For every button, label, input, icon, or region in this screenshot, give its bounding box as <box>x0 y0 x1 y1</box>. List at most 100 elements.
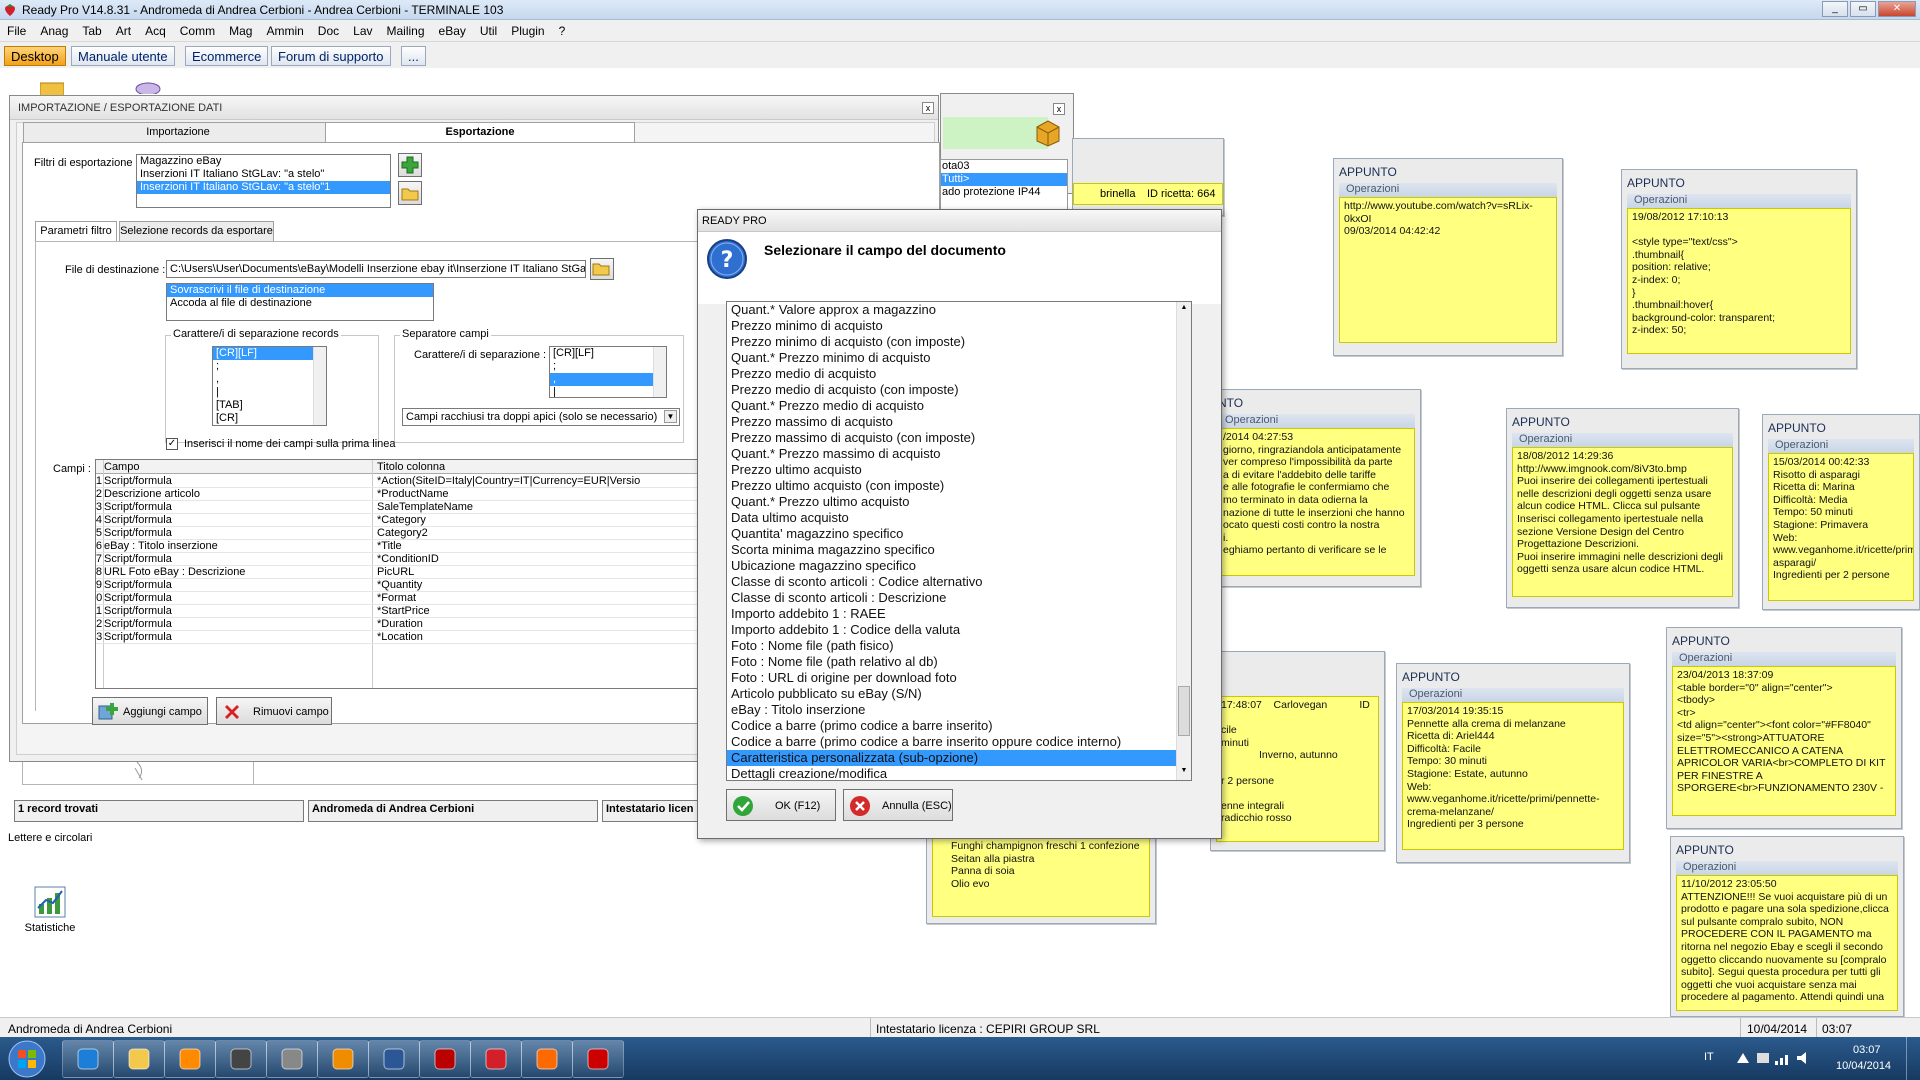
menu-help[interactable]: ? <box>552 20 573 38</box>
campo-cell[interactable]: URL Foto eBay : Descrizione <box>104 566 372 579</box>
3cx-taskbar-button[interactable] <box>215 1040 267 1078</box>
clock-date[interactable]: 10/04/2014 <box>1836 1060 1891 1072</box>
document-field-item[interactable]: Quant.* Valore approx a magazzino <box>727 302 1179 318</box>
menu-doc[interactable]: Doc <box>311 20 346 38</box>
table-row[interactable]: 2 Descrizione articolo *ProductName <box>96 488 704 501</box>
menu-art[interactable]: Art <box>109 20 138 38</box>
rec-sep-item[interactable]: , <box>213 373 326 386</box>
note-5-operations[interactable]: Operazioni <box>1768 439 1914 453</box>
note-2-body[interactable]: 19/08/2012 17:10:13 <style type="text/cs… <box>1627 208 1851 354</box>
table-row[interactable]: 6 eBay : Titolo inserzione *Title <box>96 540 704 553</box>
table-row[interactable]: 11Script/formula *StartPrice <box>96 605 704 618</box>
document-field-item[interactable]: Prezzo medio di acquisto (con imposte) <box>727 382 1179 398</box>
table-row[interactable]: 7 Script/formula *ConditionID <box>96 553 704 566</box>
menu-tab[interactable]: Tab <box>75 20 108 38</box>
field-sep-item[interactable]: [CR][LF] <box>550 347 666 360</box>
recipe-list-item[interactable]: ado protezione IP44 <box>941 186 1067 199</box>
note-9[interactable]: 17:48:07 Carlovegan ID cile minuti Inver… <box>1210 651 1385 851</box>
table-row[interactable]: 4 Script/formula *Category <box>96 514 704 527</box>
note-8-operations[interactable]: Operazioni <box>1676 861 1898 875</box>
header-checkbox[interactable]: ✓ <box>166 438 178 450</box>
field-sep-item[interactable]: | <box>550 386 666 397</box>
desktop-label-lettere[interactable]: Lettere e circolari <box>8 832 92 844</box>
menu-comm[interactable]: Comm <box>173 20 222 38</box>
document-field-item[interactable]: Articolo pubblicato su eBay (S/N) <box>727 686 1179 702</box>
titolo-cell[interactable]: PicURL <box>377 566 704 579</box>
dest-file-input[interactable]: C:\Users\User\Documents\eBay\Modelli Ins… <box>166 260 586 278</box>
note-7[interactable]: APPUNTO Operazioni 23/04/2013 18:37:09 <… <box>1666 627 1902 829</box>
filter-item[interactable]: Inserzioni IT Italiano StGLav: "a stelo" <box>137 168 390 181</box>
document-field-item[interactable]: Scorta minima magazzino specifico <box>727 542 1179 558</box>
ie-taskbar-button[interactable] <box>62 1040 114 1078</box>
tab-esportazione[interactable]: Esportazione <box>325 122 635 142</box>
language-indicator[interactable]: IT <box>1704 1051 1714 1063</box>
document-field-item[interactable]: Caratteristica personalizzata (sub-opzio… <box>727 750 1179 766</box>
document-field-item[interactable]: Importo addebito 1 : RAEE <box>727 606 1179 622</box>
gimp-taskbar-button[interactable] <box>266 1040 318 1078</box>
menu-anag[interactable]: Anag <box>33 20 75 38</box>
field-sep-item[interactable]: ; <box>550 360 666 373</box>
chevron-down-icon[interactable]: ▼ <box>664 410 677 423</box>
table-row[interactable]: 13Script/formula *Location <box>96 631 704 644</box>
add-field-button[interactable]: Aggiungi campo <box>92 697 208 725</box>
titolo-cell[interactable]: *Action(SiteID=Italy|Country=IT|Currency… <box>377 475 704 488</box>
shortcut-manual[interactable]: Manuale utente <box>71 46 175 66</box>
filezilla-taskbar-button[interactable] <box>419 1040 471 1078</box>
document-field-item[interactable]: Quant.* Prezzo massimo di acquisto <box>727 446 1179 462</box>
table-row[interactable]: 8 URL Foto eBay : Descrizione PicURL <box>96 566 704 579</box>
titolo-cell[interactable]: *Title <box>377 540 704 553</box>
dest-mode-item[interactable]: Accoda al file di destinazione <box>167 297 433 310</box>
note-4-operations[interactable]: Operazioni <box>1512 433 1733 447</box>
document-field-item[interactable]: Codice a barre (primo codice a barre ins… <box>727 718 1179 734</box>
note-10-body[interactable]: Funghi champignon freschi 1 confezione S… <box>932 837 1150 917</box>
outlook-taskbar-button[interactable] <box>317 1040 369 1078</box>
titolo-cell[interactable]: Category2 <box>377 527 704 540</box>
campo-cell[interactable]: Script/formula <box>104 514 372 527</box>
document-field-item[interactable]: Prezzo minimo di acquisto (con imposte) <box>727 334 1179 350</box>
titolo-cell[interactable]: *ProductName <box>377 488 704 501</box>
menu-acq[interactable]: Acq <box>138 20 173 38</box>
note-7-operations[interactable]: Operazioni <box>1672 652 1896 666</box>
menu-ebay[interactable]: eBay <box>432 20 473 38</box>
menu-mag[interactable]: Mag <box>222 20 259 38</box>
col-campo[interactable]: Campo <box>104 461 139 473</box>
note-9-body[interactable]: 17:48:07 Carlovegan ID cile minuti Inver… <box>1216 696 1379 842</box>
field-list-scrollbar[interactable]: ▲ ▼ <box>1176 302 1191 780</box>
document-field-item[interactable]: Foto : Nome file (path relativo al db) <box>727 654 1179 670</box>
document-field-item[interactable]: Prezzo ultimo acquisto (con imposte) <box>727 478 1179 494</box>
menu-mailing[interactable]: Mailing <box>380 20 432 38</box>
note-8[interactable]: APPUNTO Operazioni 11/10/2012 23:05:50 A… <box>1670 836 1904 1017</box>
table-row[interactable]: 3 Script/formula SaleTemplateName <box>96 501 704 514</box>
campo-cell[interactable]: Script/formula <box>104 618 372 631</box>
document-field-item[interactable]: Quantita' magazzino specifico <box>727 526 1179 542</box>
cancel-button[interactable]: Annulla (ESC) <box>843 789 953 821</box>
scroll-thumb[interactable] <box>1178 686 1190 736</box>
rec-sep-item[interactable]: [TAB] <box>213 399 326 412</box>
acrobat-taskbar-button[interactable] <box>572 1040 624 1078</box>
campo-cell[interactable]: Script/formula <box>104 527 372 540</box>
add-filter-button[interactable] <box>398 153 422 177</box>
document-field-item[interactable]: Quant.* Prezzo minimo di acquisto <box>727 350 1179 366</box>
document-field-item[interactable]: Data ultimo acquisto <box>727 510 1179 526</box>
note-1[interactable]: APPUNTO Operazioni http://www.youtube.co… <box>1333 158 1563 356</box>
note-2[interactable]: APPUNTO Operazioni 19/08/2012 17:10:13 <… <box>1621 169 1857 369</box>
fields-grid[interactable]: Campo Titolo colonna 1 Script/formula *Act… <box>95 459 705 689</box>
note-10[interactable]: Funghi champignon freschi 1 confezione S… <box>926 830 1156 924</box>
document-field-item[interactable]: Quant.* Prezzo ultimo acquisto <box>727 494 1179 510</box>
note-7-body[interactable]: 23/04/2013 18:37:09 <table border="0" al… <box>1672 666 1896 816</box>
tray-icons[interactable] <box>1735 1049 1815 1067</box>
shortcut-more[interactable]: ... <box>401 46 426 66</box>
titolo-cell[interactable]: *Format <box>377 592 704 605</box>
campo-cell[interactable]: eBay : Titolo inserzione <box>104 540 372 553</box>
disk-icon[interactable] <box>135 80 161 94</box>
titolo-cell[interactable]: *Category <box>377 514 704 527</box>
document-field-item[interactable]: eBay : Titolo inserzione <box>727 702 1179 718</box>
field-sep-list[interactable]: [CR][LF] ; , | <box>549 346 667 398</box>
dest-mode-list[interactable]: Sovrascrivi il file di destinazione Acco… <box>166 283 434 321</box>
rec-sep-item[interactable]: ; <box>213 360 326 373</box>
menu-ammin[interactable]: Ammin <box>259 20 310 38</box>
rec-sep-list[interactable]: [CR][LF] ; , | [TAB] [CR] <box>212 346 327 426</box>
folder-icon[interactable] <box>40 80 64 96</box>
explorer-taskbar-button[interactable] <box>113 1040 165 1078</box>
shortcut-ecommerce[interactable]: Ecommerce <box>185 46 269 66</box>
